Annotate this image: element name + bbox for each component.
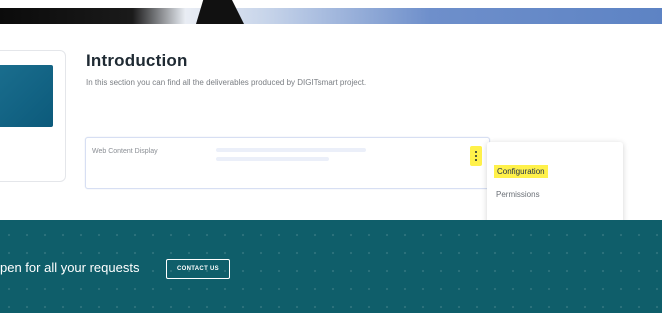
options-menu: Configuration Permissions	[487, 142, 623, 226]
footer-text: pen for all your requests	[0, 260, 140, 275]
left-card-image	[0, 65, 53, 127]
page-title: Introduction	[86, 51, 188, 70]
top-banner	[0, 0, 662, 24]
menu-item-configuration[interactable]: Configuration	[494, 165, 548, 178]
banner-top-strip	[0, 0, 662, 8]
web-content-placeholder	[216, 148, 366, 174]
intro-description: In this section you can find all the del…	[86, 78, 367, 87]
web-content-display-label: Web Content Display	[92, 148, 158, 155]
contact-us-button[interactable]: CONTACT US	[166, 259, 230, 279]
left-card[interactable]	[0, 50, 66, 182]
footer: pen for all your requests CONTACT US	[0, 220, 662, 313]
web-content-display[interactable]: Web Content Display	[85, 137, 490, 189]
vertical-ellipsis-icon[interactable]	[470, 146, 482, 166]
menu-item-permissions[interactable]: Permissions	[496, 190, 540, 199]
